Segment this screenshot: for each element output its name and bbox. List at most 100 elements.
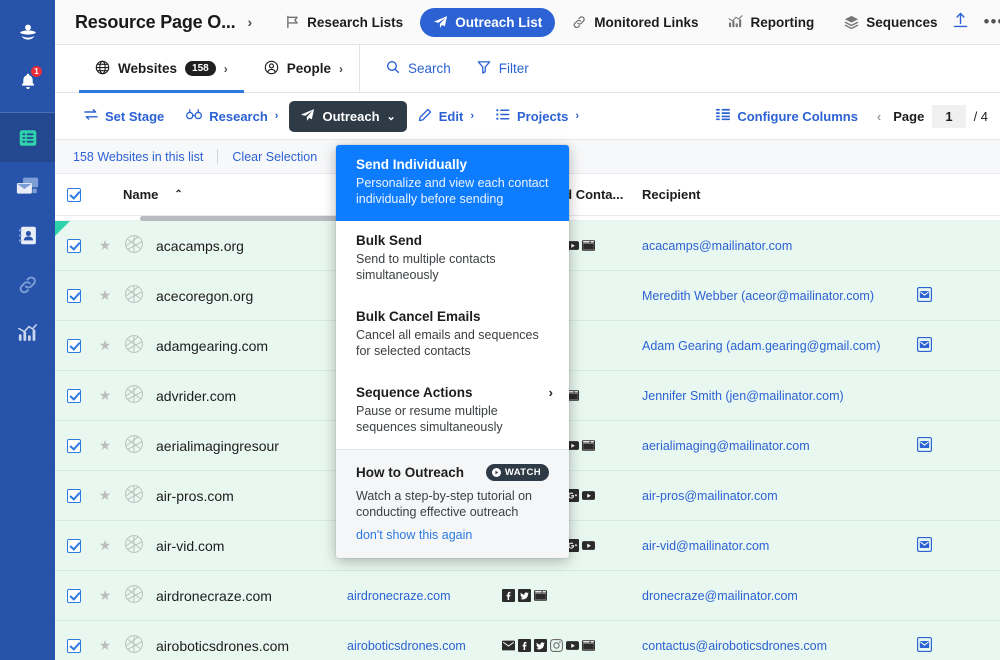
upload-icon[interactable] — [953, 12, 968, 33]
topnav-reporting[interactable]: Reporting — [715, 8, 827, 37]
send-email-icon[interactable] — [916, 536, 933, 555]
star-icon[interactable]: ★ — [99, 537, 112, 554]
configure-columns-button[interactable]: Configure Columns — [705, 101, 869, 131]
tab-arrow-icon[interactable]: › — [224, 62, 228, 76]
row-name-cell: airdronecraze.com — [117, 583, 347, 608]
sidebar-item-links[interactable] — [0, 260, 55, 309]
star-icon[interactable]: ★ — [99, 337, 112, 354]
send-email-icon[interactable] — [916, 436, 933, 455]
website-name[interactable]: airoboticsdrones.com — [156, 638, 289, 654]
facebook-icon[interactable] — [502, 589, 515, 602]
search-button[interactable]: Search — [386, 60, 451, 77]
clear-selection-link[interactable]: Clear Selection — [232, 150, 317, 164]
watch-video-button[interactable]: WATCH — [485, 464, 549, 481]
sidebar-item-lists[interactable] — [0, 113, 55, 162]
topnav-monitored-links[interactable]: Monitored Links — [559, 8, 711, 37]
title-chevron-icon[interactable]: › — [237, 14, 262, 30]
youtube-icon[interactable] — [566, 639, 579, 652]
website-name[interactable]: acecoregon.org — [156, 288, 253, 304]
send-email-icon[interactable] — [916, 286, 933, 305]
more-dots-icon[interactable]: ••• — [984, 13, 1000, 30]
website-name[interactable]: adamgearing.com — [156, 338, 268, 354]
star-icon[interactable]: ★ — [99, 387, 112, 404]
star-icon[interactable]: ★ — [99, 487, 112, 504]
topnav-outreach-list[interactable]: Outreach List — [420, 7, 556, 37]
row-checkbox[interactable] — [67, 388, 81, 403]
star-icon[interactable]: ★ — [99, 637, 112, 654]
menu-item-bulk-send[interactable]: Bulk Send Send to multiple contacts simu… — [336, 221, 569, 297]
instagram-icon[interactable] — [550, 639, 563, 652]
menu-item-sequence-actions[interactable]: Sequence Actions Pause or resume multipl… — [336, 373, 569, 449]
row-checkbox[interactable] — [67, 438, 81, 453]
row-checkbox[interactable] — [67, 538, 81, 553]
set-stage-button[interactable]: Set Stage — [73, 101, 175, 131]
twitter-icon[interactable] — [534, 639, 547, 652]
logo-icon[interactable] — [0, 8, 55, 57]
page-prev-button[interactable]: ‹ — [873, 109, 885, 124]
sidebar-item-contacts[interactable] — [0, 211, 55, 260]
recipient-link[interactable]: Meredith Webber (aceor@mailinator.com) — [642, 289, 907, 303]
row-checkbox[interactable] — [67, 638, 81, 653]
dont-show-again-link[interactable]: don't show this again — [356, 528, 549, 542]
recipient-link[interactable]: dronecraze@mailinator.com — [642, 589, 907, 603]
projects-button[interactable]: Projects › — [485, 101, 590, 131]
star-icon[interactable]: ★ — [99, 437, 112, 454]
facebook-icon[interactable] — [518, 639, 531, 652]
window-icon[interactable] — [534, 589, 547, 602]
tab-people[interactable]: People › — [248, 45, 359, 92]
row-recipient-cell: contactus@airoboticsdrones.com — [642, 639, 907, 653]
youtube-icon[interactable] — [582, 539, 595, 552]
sidebar-item-reports[interactable] — [0, 309, 55, 358]
star-icon[interactable]: ★ — [99, 237, 112, 254]
row-checkbox[interactable] — [67, 238, 81, 253]
tab-arrow-icon[interactable]: › — [339, 62, 343, 76]
star-icon[interactable]: ★ — [99, 587, 112, 604]
menu-item-send-individually[interactable]: Send Individually Personalize and view e… — [336, 145, 569, 221]
recipient-link[interactable]: Jennifer Smith (jen@mailinator.com) — [642, 389, 907, 403]
youtube-icon[interactable] — [582, 489, 595, 502]
filter-button[interactable]: Filter — [477, 60, 529, 77]
website-name[interactable]: acacamps.org — [156, 238, 244, 254]
website-url-link[interactable]: airoboticsdrones.com — [347, 639, 502, 653]
row-checkbox[interactable] — [67, 288, 81, 303]
website-url-link[interactable]: airdronecraze.com — [347, 589, 502, 603]
column-header-name[interactable]: Name ⌃ — [117, 187, 347, 202]
recipient-link[interactable]: acacamps@mailinator.com — [642, 239, 907, 253]
recipient-link[interactable]: air-vid@mailinator.com — [642, 539, 907, 553]
recipient-link[interactable]: air-pros@mailinator.com — [642, 489, 907, 503]
menu-item-bulk-cancel-emails[interactable]: Bulk Cancel Emails Cancel all emails and… — [336, 297, 569, 373]
tab-websites[interactable]: Websites 158 › — [79, 45, 244, 93]
recipient-link[interactable]: aerialimaging@mailinator.com — [642, 439, 907, 453]
outreach-button[interactable]: Outreach ⌄ — [289, 100, 407, 132]
website-name[interactable]: advrider.com — [156, 388, 236, 404]
page-number-input[interactable]: 1 — [932, 104, 966, 128]
website-name[interactable]: air-vid.com — [156, 538, 224, 554]
star-icon[interactable]: ★ — [99, 287, 112, 304]
email-icon[interactable] — [502, 639, 515, 652]
select-all-checkbox[interactable] — [67, 187, 81, 202]
page-next-button[interactable]: › — [996, 109, 1000, 124]
sidebar-item-inbox[interactable] — [0, 162, 55, 211]
row-checkbox[interactable] — [67, 588, 81, 603]
table-row[interactable]: ★ airoboticsdrones.com airoboticsdrones.… — [55, 621, 1000, 660]
website-name[interactable]: airdronecraze.com — [156, 588, 272, 604]
send-email-icon[interactable] — [916, 636, 933, 655]
recipient-link[interactable]: contactus@airoboticsdrones.com — [642, 639, 907, 653]
send-email-icon[interactable] — [916, 336, 933, 355]
topnav-sequences[interactable]: Sequences — [831, 8, 950, 37]
research-button[interactable]: Research › — [175, 101, 289, 131]
edit-button[interactable]: Edit › — [407, 101, 485, 132]
twitter-icon[interactable] — [518, 589, 531, 602]
row-checkbox[interactable] — [67, 488, 81, 503]
column-header-recipient[interactable]: Recipient — [642, 187, 907, 202]
notifications-icon[interactable]: 1 — [0, 57, 55, 106]
website-name[interactable]: air-pros.com — [156, 488, 234, 504]
window-icon[interactable] — [582, 439, 595, 452]
topnav-research-lists[interactable]: Research Lists — [272, 8, 416, 37]
website-name[interactable]: aerialimagingresour — [156, 438, 279, 454]
table-row[interactable]: ★ airdronecraze.com airdronecraze.com dr… — [55, 571, 1000, 621]
window-icon[interactable] — [582, 639, 595, 652]
row-checkbox[interactable] — [67, 338, 81, 353]
recipient-link[interactable]: Adam Gearing (adam.gearing@gmail.com) — [642, 339, 907, 353]
window-icon[interactable] — [582, 239, 595, 252]
